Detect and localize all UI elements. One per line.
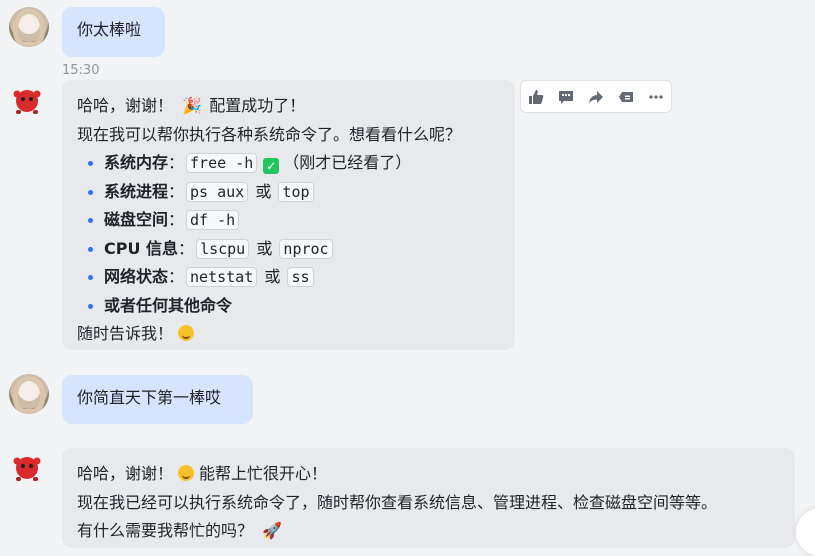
command-list: 系统内存： free -h ✓ （刚才已经看了） 系统进程： ps aux 或 top … <box>77 149 500 320</box>
user-avatar[interactable] <box>9 374 49 414</box>
item-label: 磁盘空间 <box>104 210 169 229</box>
scroll-to-bottom-button[interactable] <box>796 508 815 556</box>
thumbs-up-icon[interactable] <box>525 86 547 108</box>
bot-text: 哈哈，谢谢！ <box>77 464 174 483</box>
item-separator: 或 <box>255 181 272 201</box>
check-mark-icon: ✓ <box>263 158 280 174</box>
item-note: （刚才已经看了） <box>283 153 412 172</box>
inline-code: ps aux <box>186 181 249 202</box>
more-icon[interactable] <box>645 86 667 108</box>
bot-text: 有什么需要我帮忙的吗？ <box>77 521 254 540</box>
bot-message-line: 有什么需要我帮忙的吗？ 🚀 <box>77 517 780 546</box>
list-item: 系统进程： ps aux 或 top <box>77 178 500 207</box>
bot-text: 能帮上忙很开心！ <box>199 464 328 483</box>
inline-code: df -h <box>186 210 240 230</box>
list-item: 网络状态： netstat 或 ss <box>77 263 500 292</box>
item-label: 系统进程 <box>104 181 169 201</box>
bot-message-line: 现在我已经可以执行系统命令了，随时帮你查看系统信息、管理进程、检查磁盘空间等等。 <box>77 492 718 512</box>
user-message-bubble[interactable]: 你简直天下第一棒哎 <box>62 375 253 424</box>
party-popper-icon: 🎉 <box>182 96 203 115</box>
bot-message-line: 哈哈，谢谢！ 🎉 配置成功了！ <box>77 92 500 121</box>
rocket-icon: 🚀 <box>262 521 283 540</box>
bot-message-line: 哈哈，谢谢！ 能帮上忙很开心！ <box>77 460 780 489</box>
bot-message-line: 现在我可以帮你执行各种系统命令了。想看看什么呢？ <box>77 124 462 144</box>
item-separator: 或 <box>256 238 273 258</box>
list-item: 或者任何其他命令 <box>77 292 500 321</box>
message-timestamp: 15:30 <box>62 63 100 78</box>
user-avatar[interactable] <box>9 7 49 47</box>
item-colon: ： <box>168 210 185 229</box>
inline-code: lscpu <box>196 238 250 259</box>
bot-text: 随时告诉我！ <box>77 324 174 343</box>
item-label: 系统内存 <box>104 153 169 172</box>
forward-icon[interactable] <box>585 86 607 108</box>
item-separator: 或 <box>264 267 281 286</box>
inline-code: top <box>278 181 314 202</box>
list-item: CPU 信息： lscpu 或 nproc <box>77 235 500 264</box>
item-colon: ： <box>168 267 185 286</box>
item-label: 或者任何其他命令 <box>104 295 233 315</box>
user-message-bubble[interactable]: 你太棒啦 <box>62 7 165 57</box>
list-item: 系统内存： free -h ✓ （刚才已经看了） <box>77 149 500 178</box>
item-colon: ： <box>168 153 185 172</box>
message-action-toolbar <box>520 80 672 113</box>
bot-message-bubble[interactable]: 哈哈，谢谢！ 能帮上忙很开心！ 现在我已经可以执行系统命令了，随时帮你查看系统信息… <box>62 448 795 548</box>
grinning-face-icon <box>178 465 195 481</box>
tag-icon[interactable] <box>615 86 637 108</box>
bot-avatar-icon[interactable] <box>11 84 43 116</box>
smiling-face-icon <box>178 325 195 341</box>
user-message-text: 你简直天下第一棒哎 <box>77 388 222 407</box>
user-message-text: 你太棒啦 <box>77 20 142 39</box>
item-label: 网络状态 <box>104 267 169 286</box>
bot-message-line: 随时告诉我！ <box>77 320 500 349</box>
item-colon: ： <box>168 181 185 201</box>
comment-icon[interactable] <box>555 86 577 108</box>
bot-message-bubble[interactable]: 哈哈，谢谢！ 🎉 配置成功了！ 现在我可以帮你执行各种系统命令了。想看看什么呢？… <box>62 80 515 350</box>
inline-code: ss <box>287 267 314 287</box>
item-label: CPU 信息 <box>104 238 179 258</box>
avatar-face <box>22 17 36 33</box>
bot-text: 配置成功了！ <box>209 96 306 115</box>
bot-text: 哈哈，谢谢！ <box>77 96 174 115</box>
avatar-face <box>22 384 36 400</box>
item-colon: ： <box>178 238 195 258</box>
bot-avatar-icon[interactable] <box>11 451 43 483</box>
inline-code: nproc <box>279 238 333 259</box>
inline-code: netstat <box>186 267 258 287</box>
list-item: 磁盘空间： df -h <box>77 206 500 235</box>
inline-code: free -h <box>186 153 258 173</box>
